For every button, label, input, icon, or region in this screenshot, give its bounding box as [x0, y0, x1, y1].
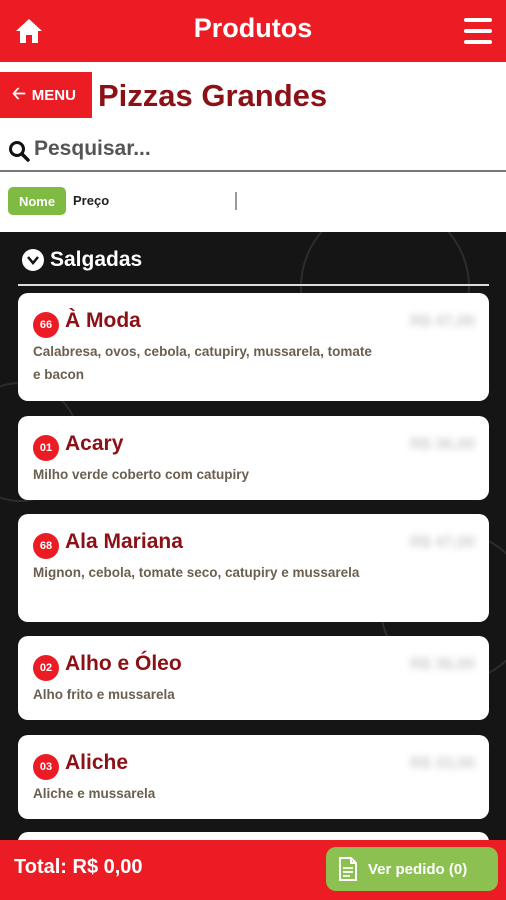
product-code-badge: 01: [33, 435, 59, 461]
product-code-badge: 68: [33, 533, 59, 559]
view-order-button[interactable]: Ver pedido (0): [326, 847, 498, 891]
section-toggle-salgadas[interactable]: Salgadas: [22, 248, 142, 272]
section-divider: [18, 284, 489, 286]
document-icon: [339, 857, 357, 881]
product-price: R$ 36,00: [410, 656, 475, 673]
product-price: R$ 33,00: [410, 755, 475, 772]
chevron-down-icon: [22, 249, 44, 271]
product-description: Alho frito e mussarela: [33, 687, 175, 702]
product-name: Acary: [65, 432, 124, 455]
search-bar: [0, 128, 506, 172]
product-card[interactable]: 66 À Moda R$ 47,00 Calabresa, ovos, cebo…: [18, 293, 489, 401]
order-total: Total: R$ 0,00: [14, 856, 143, 878]
view-order-label: Ver pedido (0): [368, 860, 468, 878]
product-card[interactable]: 68 Ala Mariana R$ 47,00 Mignon, cebola, …: [18, 514, 489, 622]
sort-by-name-button[interactable]: Nome: [8, 187, 66, 215]
sort-bar: Nome Preço: [0, 172, 506, 232]
order-footer: Total: R$ 0,00 Ver pedido (0): [0, 840, 506, 900]
product-price: R$ 47,00: [410, 313, 475, 330]
product-name: Alho e Óleo: [65, 652, 182, 675]
product-price: R$ 47,00: [410, 534, 475, 551]
product-code-badge: 02: [33, 655, 59, 681]
back-menu-button[interactable]: 🡠 MENU: [0, 72, 92, 118]
product-card[interactable]: [18, 832, 489, 840]
hamburger-icon[interactable]: [464, 18, 492, 44]
product-list[interactable]: Salgadas 66 À Moda R$ 47,00 Calabresa, o…: [0, 232, 506, 840]
product-description: Mignon, cebola, tomate seco, catupiry e …: [33, 565, 360, 580]
header-title: Produtos: [193, 13, 313, 43]
product-name: Ala Mariana: [65, 530, 183, 553]
product-code-badge: 66: [33, 312, 59, 338]
section-title: Salgadas: [50, 248, 143, 271]
product-name: Aliche: [65, 751, 129, 774]
product-description: Calabresa, ovos, cebola, catupiry, mussa…: [33, 344, 372, 382]
product-card[interactable]: 03 Aliche R$ 33,00 Aliche e mussarela: [18, 735, 489, 819]
product-description: Aliche e mussarela: [33, 786, 156, 801]
product-card[interactable]: 01 Acary R$ 36,00 Milho verde coberto co…: [18, 416, 489, 500]
divider: [235, 192, 237, 210]
product-code-badge: 03: [33, 754, 59, 780]
product-description: Milho verde coberto com catupiry: [33, 467, 250, 482]
page-title: Pizzas Grandes: [98, 78, 328, 113]
product-price: R$ 36,00: [410, 436, 475, 453]
sort-by-price-button[interactable]: Preço: [73, 193, 109, 208]
search-input[interactable]: [34, 134, 494, 164]
search-icon: [9, 141, 30, 162]
app-header: Produtos: [0, 0, 506, 62]
product-card[interactable]: 02 Alho e Óleo R$ 36,00 Alho frito e mus…: [18, 636, 489, 720]
back-menu-label: MENU: [31, 86, 76, 104]
product-name: À Moda: [65, 309, 141, 332]
arrow-left-icon: 🡠: [12, 83, 26, 103]
